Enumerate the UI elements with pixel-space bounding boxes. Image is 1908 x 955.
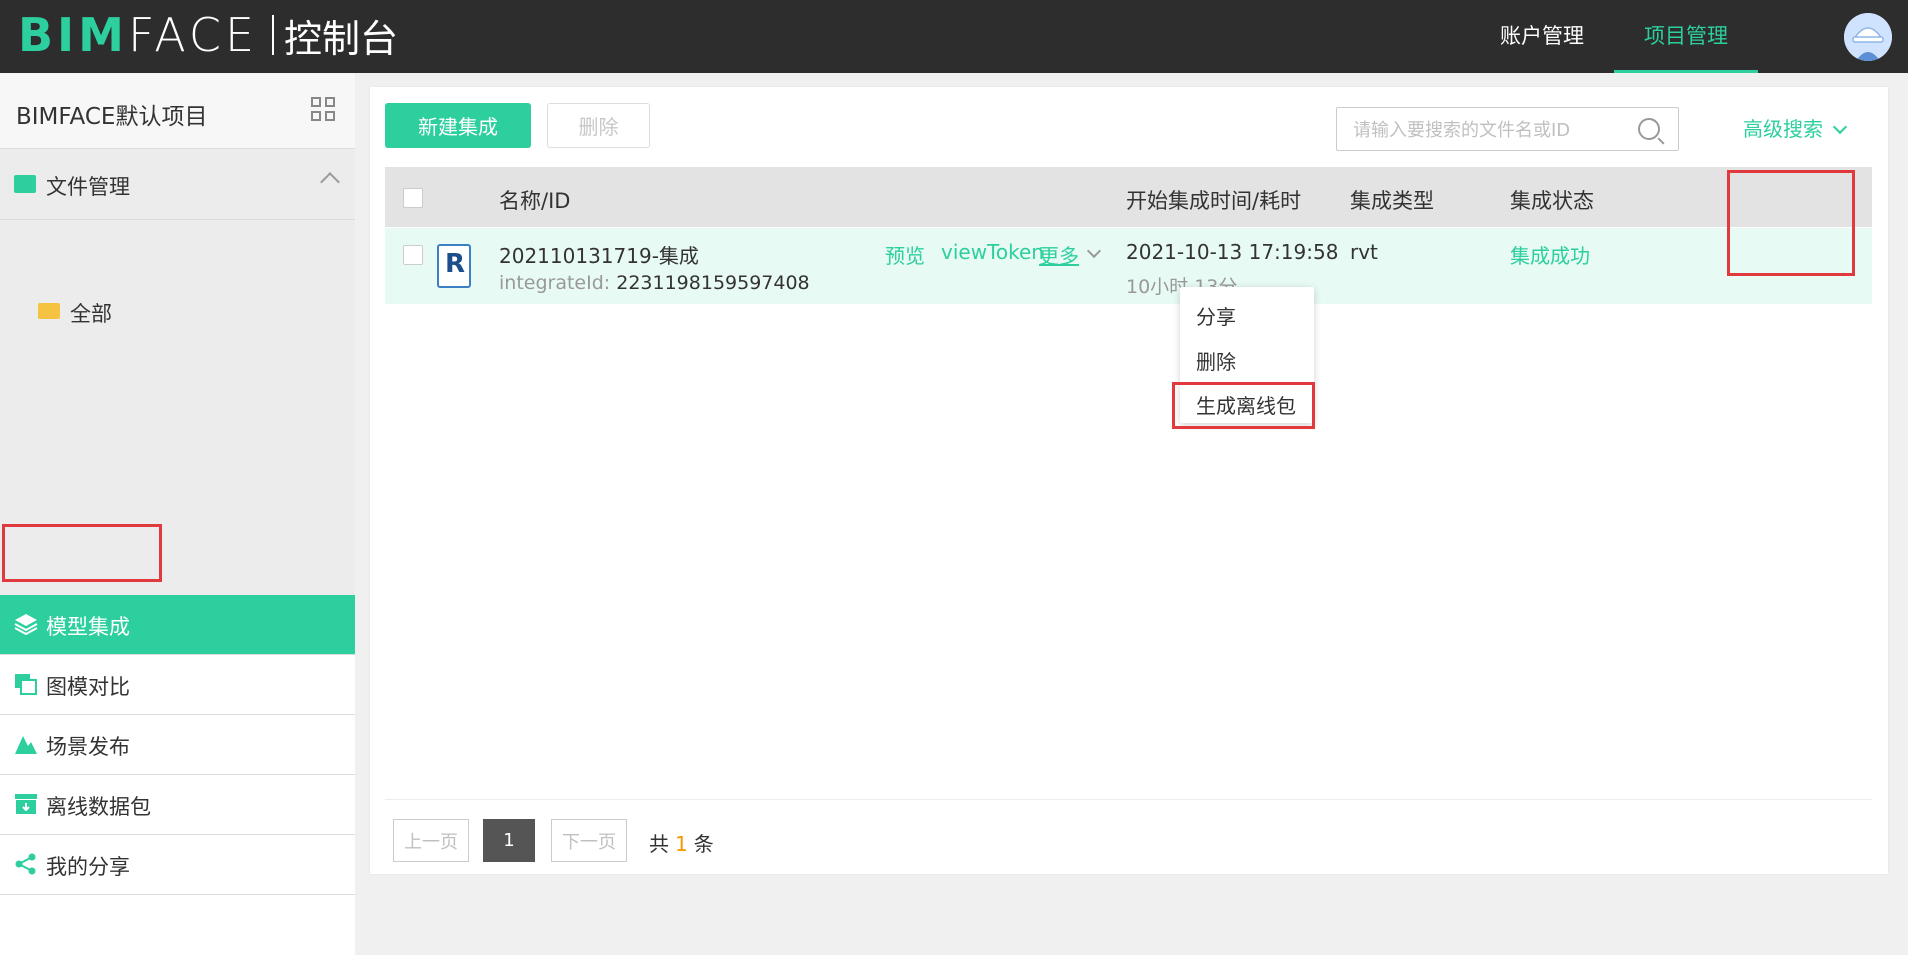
- integration-name: 202110131719-集成: [499, 244, 699, 268]
- revit-file-icon: R: [437, 244, 471, 288]
- next-page-button[interactable]: 下一页: [551, 819, 627, 862]
- project-header: BIMFACE默认项目: [0, 73, 355, 149]
- search-icon[interactable]: [1638, 118, 1660, 140]
- logo[interactable]: BIMFACE 控制台: [18, 8, 399, 62]
- more-link[interactable]: 更多: [1039, 240, 1079, 269]
- folder-icon: [14, 175, 36, 193]
- logo-text: BIMFACE: [18, 8, 259, 62]
- file-management[interactable]: 文件管理: [0, 149, 355, 220]
- select-all-checkbox[interactable]: [403, 188, 423, 208]
- archive-icon: [15, 794, 37, 814]
- chevron-down-icon: [1832, 119, 1848, 135]
- integration-type: rvt: [1350, 240, 1378, 264]
- chevron-up-icon[interactable]: [320, 172, 340, 192]
- page-number-button[interactable]: 1: [483, 819, 535, 862]
- advanced-search-label: 高级搜索: [1743, 117, 1823, 141]
- avatar[interactable]: [1844, 13, 1892, 61]
- preview-link[interactable]: 预览: [885, 240, 925, 269]
- logo-divider: [272, 15, 275, 55]
- file-management-label: 文件管理: [46, 175, 130, 199]
- search-input[interactable]: [1351, 117, 1625, 143]
- menu-item-generate-offline[interactable]: 生成离线包: [1196, 390, 1296, 419]
- sidebar-item-label: 图模对比: [46, 675, 130, 699]
- header-status: 集成状态: [1510, 189, 1594, 213]
- grid-icon[interactable]: [311, 97, 337, 123]
- menu-item-delete[interactable]: 删除: [1196, 346, 1236, 375]
- total-count: 共1条: [649, 832, 714, 856]
- layers-icon: [14, 614, 38, 635]
- prev-page-button[interactable]: 上一页: [393, 819, 469, 862]
- user-avatar-icon: [1844, 13, 1892, 61]
- nav-account-management[interactable]: 账户管理: [1470, 0, 1614, 73]
- folder-all-label: 全部: [70, 302, 112, 326]
- table-row[interactable]: R 202110131719-集成 integrateId: 223119815…: [385, 228, 1872, 304]
- logo-subtitle: 控制台: [284, 16, 399, 61]
- table-header: 名称/ID 开始集成时间/耗时 集成类型 集成状态: [385, 167, 1872, 227]
- mountain-icon: [15, 736, 37, 754]
- sidebar-nav: 模型集成 图模对比 场景发布 离线数据包 我的分享: [0, 595, 355, 955]
- more-dropdown-menu: 分享 删除 生成离线包: [1180, 287, 1314, 423]
- sidebar-item-label: 我的分享: [46, 855, 130, 879]
- integration-id: integrateId: 2231198159597408: [499, 272, 810, 294]
- header-start-time: 开始集成时间/耗时: [1126, 189, 1302, 213]
- sidebar-item-model-compare[interactable]: 图模对比: [0, 655, 355, 715]
- advanced-search-toggle[interactable]: 高级搜索: [1743, 113, 1848, 142]
- sidebar-item-label: 离线数据包: [46, 795, 151, 819]
- project-title[interactable]: BIMFACE默认项目: [16, 97, 207, 131]
- divider: [385, 799, 1872, 800]
- row-checkbox[interactable]: [403, 245, 423, 265]
- header-type: 集成类型: [1350, 189, 1434, 213]
- search-box: [1336, 107, 1679, 151]
- new-integration-button[interactable]: 新建集成: [385, 103, 531, 148]
- sidebar-item-label: 场景发布: [46, 735, 130, 759]
- top-nav: 账户管理 项目管理: [1470, 0, 1758, 73]
- delete-button[interactable]: 删除: [547, 103, 650, 148]
- sidebar-item-label: 模型集成: [46, 615, 130, 639]
- sidebar-filler: [0, 895, 355, 955]
- compare-icon: [15, 674, 37, 695]
- folder-icon: [38, 303, 60, 319]
- header-name: 名称/ID: [499, 189, 571, 213]
- sidebar: BIMFACE默认项目 文件管理 全部 模型集成 图模对比 场景发布 离线数据包…: [0, 73, 355, 955]
- sidebar-item-scene-publish[interactable]: 场景发布: [0, 715, 355, 775]
- status-badge: 集成成功: [1510, 244, 1590, 268]
- main-panel: 新建集成 删除 高级搜索 名称/ID 开始集成时间/耗时 集成类型 集成状态 R…: [370, 87, 1888, 874]
- sidebar-item-offline-package[interactable]: 离线数据包: [0, 775, 355, 835]
- top-bar: BIMFACE 控制台 账户管理 项目管理: [0, 0, 1908, 73]
- sidebar-item-my-share[interactable]: 我的分享: [0, 835, 355, 895]
- chevron-down-icon[interactable]: [1086, 243, 1102, 259]
- sidebar-item-model-integration[interactable]: 模型集成: [0, 595, 355, 655]
- start-time: 2021-10-13 17:19:58: [1126, 240, 1339, 264]
- viewtoken-link[interactable]: viewToken: [941, 240, 1044, 264]
- menu-item-share[interactable]: 分享: [1196, 301, 1236, 330]
- nav-project-management[interactable]: 项目管理: [1614, 0, 1758, 73]
- share-icon: [15, 853, 36, 875]
